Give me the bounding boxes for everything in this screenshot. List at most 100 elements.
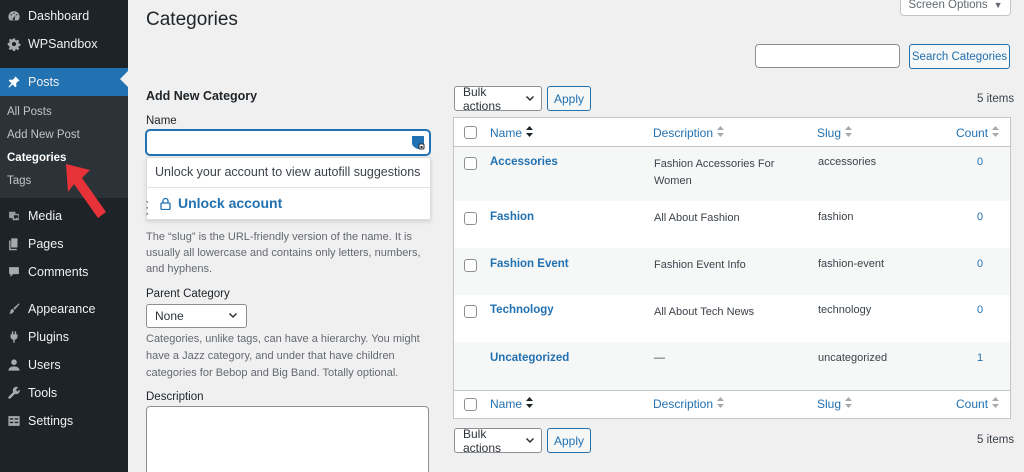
caret-down-icon: ▼ xyxy=(993,0,1003,10)
table-header: Name Description Slug Count xyxy=(454,118,1010,147)
category-count-link[interactable]: 0 xyxy=(977,256,983,273)
row-checkbox[interactable] xyxy=(464,157,477,170)
parent-category-help-text: Categories, unlike tags, can have a hier… xyxy=(146,333,420,379)
column-name-label: Name xyxy=(490,397,523,411)
parent-category-select[interactable]: None xyxy=(146,304,247,328)
column-description-footer[interactable]: Description xyxy=(653,397,725,411)
search-categories-button[interactable]: Search Categories xyxy=(909,44,1010,69)
search-input[interactable] xyxy=(755,44,900,68)
category-name-link[interactable]: Accessories xyxy=(490,154,558,171)
sidebar-item-tools[interactable]: Tools xyxy=(0,379,128,407)
settings-icon xyxy=(6,413,22,429)
select-all-checkbox[interactable] xyxy=(464,126,477,139)
bulk-actions-label: Bulk actions xyxy=(463,426,502,455)
category-slug: fashion-event xyxy=(818,258,885,270)
column-slug-label: Slug xyxy=(817,397,842,411)
category-name-link[interactable]: Uncategorized xyxy=(490,350,569,367)
category-description: — xyxy=(654,352,665,364)
autofill-popup: Unlock your account to view autofill sug… xyxy=(146,157,431,220)
column-slug-footer[interactable]: Slug xyxy=(817,397,853,411)
column-name-label: Name xyxy=(490,126,523,140)
sort-icon xyxy=(992,397,1000,411)
row-checkbox[interactable] xyxy=(464,305,477,318)
items-count-bottom: 5 items xyxy=(977,434,1015,446)
sidebar-item-users[interactable]: Users xyxy=(0,351,128,379)
categories-table: Name Description Slug Count Accessories … xyxy=(453,117,1011,419)
column-name-footer[interactable]: Name xyxy=(490,397,534,411)
sidebar-item-label: Tools xyxy=(28,386,58,400)
category-description: Fashion Accessories For Women xyxy=(654,158,775,187)
sort-icon xyxy=(845,126,853,140)
sidebar-item-appearance[interactable]: Appearance xyxy=(0,295,128,323)
sort-icon xyxy=(717,397,725,411)
sort-icon xyxy=(845,397,853,411)
category-name-link[interactable]: Fashion xyxy=(490,209,534,226)
row-checkbox[interactable] xyxy=(464,212,477,225)
column-slug-header[interactable]: Slug xyxy=(817,126,853,140)
column-description-label: Description xyxy=(653,397,714,411)
bulk-actions-select-top[interactable]: Bulk actions xyxy=(454,84,542,113)
add-new-heading: Add New Category xyxy=(146,89,258,103)
active-menu-pointer xyxy=(120,71,128,87)
column-count-label: Count xyxy=(956,397,989,411)
category-name-link[interactable]: Fashion Event xyxy=(490,256,569,273)
sidebar-item-label: Pages xyxy=(28,237,64,251)
category-count-link[interactable]: 0 xyxy=(977,154,983,171)
category-name-link[interactable]: Technology xyxy=(490,302,554,319)
pin-icon xyxy=(6,74,22,90)
apply-button-bottom[interactable]: Apply xyxy=(547,428,591,453)
sidebar-item-label: Settings xyxy=(28,414,74,428)
description-label: Description xyxy=(146,391,204,403)
autofill-message: Unlock your account to view autofill sug… xyxy=(155,165,421,179)
name-input[interactable] xyxy=(146,130,430,155)
column-name-header[interactable]: Name xyxy=(490,126,534,140)
column-count-header[interactable]: Count xyxy=(956,126,1000,140)
bulk-actions-select-bottom[interactable]: Bulk actions xyxy=(454,426,542,455)
sort-icon xyxy=(526,126,534,140)
unlock-account-button[interactable]: Unlock account xyxy=(160,195,282,211)
pages-icon xyxy=(6,236,22,252)
column-count-label: Count xyxy=(956,126,989,140)
apply-button-top[interactable]: Apply xyxy=(547,86,591,111)
chevron-down-icon xyxy=(525,92,535,106)
parent-category-value: None xyxy=(155,309,184,323)
sidebar-item-settings[interactable]: Settings xyxy=(0,407,128,435)
table-row: Technology All About Tech News technolog… xyxy=(454,295,1010,342)
table-footer: Name Description Slug Count xyxy=(454,390,1010,419)
media-icon xyxy=(6,208,22,224)
sidebar-item-pages[interactable]: Pages xyxy=(0,230,128,258)
sidebar-item-dashboard[interactable]: Dashboard xyxy=(0,2,128,30)
plugin-icon xyxy=(6,329,22,345)
description-textarea[interactable] xyxy=(146,406,429,472)
sort-icon xyxy=(992,126,1000,140)
category-count-link[interactable]: 1 xyxy=(977,350,983,367)
category-count-link[interactable]: 0 xyxy=(977,302,983,319)
name-label: Name xyxy=(146,115,177,127)
sidebar-item-plugins[interactable]: Plugins xyxy=(0,323,128,351)
column-description-header[interactable]: Description xyxy=(653,126,725,140)
screen-options-label: Screen Options xyxy=(908,0,988,11)
sidebar-item-comments[interactable]: Comments xyxy=(0,258,128,286)
category-description: All About Tech News xyxy=(654,306,755,318)
annotation-arrow-icon xyxy=(66,164,106,218)
sidebar-item-wpsandbox[interactable]: WPSandbox xyxy=(0,30,128,58)
submenu-all-posts[interactable]: All Posts xyxy=(0,100,128,123)
sidebar-item-label: Media xyxy=(28,209,63,223)
row-checkbox[interactable] xyxy=(464,259,477,272)
column-description-label: Description xyxy=(653,126,714,140)
sidebar-item-posts[interactable]: Posts xyxy=(0,68,128,96)
screen-options-button[interactable]: Screen Options ▼ xyxy=(900,0,1011,16)
column-count-footer[interactable]: Count xyxy=(956,397,1000,411)
gear-icon xyxy=(6,36,22,52)
chevron-down-icon xyxy=(228,309,238,323)
page-title: Categories xyxy=(146,9,238,30)
sidebar-item-label: Appearance xyxy=(28,302,96,316)
sidebar-item-label: Plugins xyxy=(28,330,69,344)
sidebar-item-label: Comments xyxy=(28,265,89,279)
select-all-checkbox-bottom[interactable] xyxy=(464,398,477,411)
category-count-link[interactable]: 0 xyxy=(977,209,983,226)
password-manager-icon[interactable] xyxy=(411,135,425,150)
bulk-actions-label: Bulk actions xyxy=(463,84,502,113)
submenu-add-new-post[interactable]: Add New Post xyxy=(0,123,128,146)
